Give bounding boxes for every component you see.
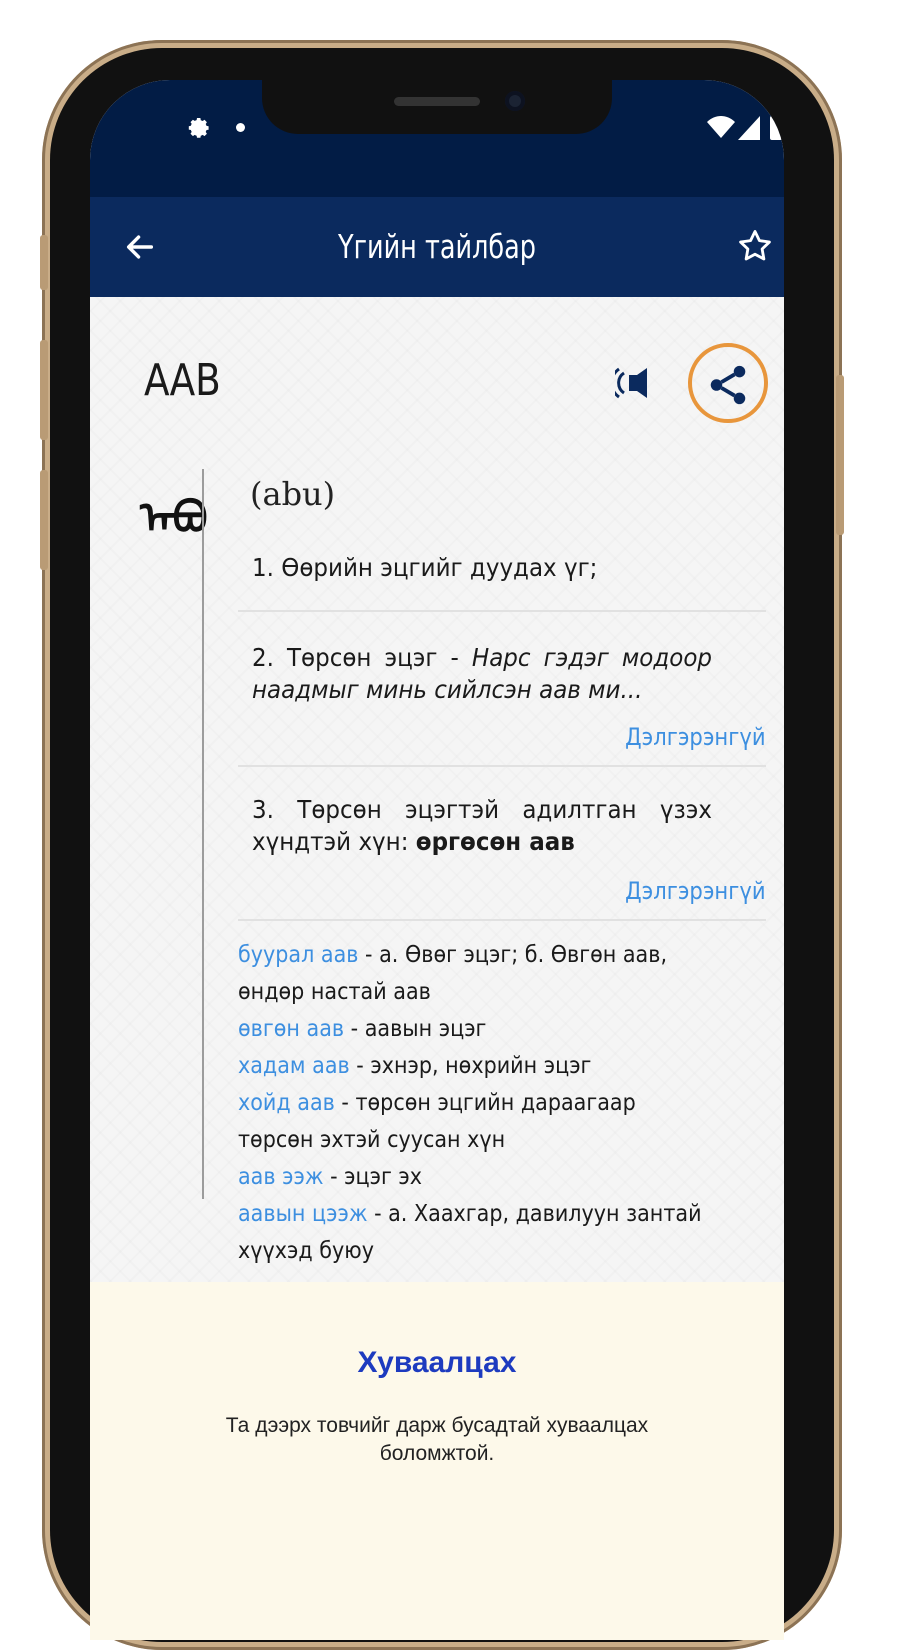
divider-vertical	[202, 469, 204, 1199]
phrase-item: буурал аав - а. Өвөг эцэг; б. Өвгөн аав,…	[238, 937, 715, 1011]
phrase-item: хойд аав - төрсөн эцгийн дараагаар төрсө…	[238, 1085, 715, 1159]
phone-side-button-left-2	[40, 340, 48, 440]
phone-side-button-left-3	[40, 470, 48, 570]
phrase-item: аавын цээж - а. Хаахгар, давилуун зантай…	[238, 1196, 715, 1270]
phone-screen: Үгийн тайлбар ААВ ᠠᠪᠤ (abu) 1. Өөрийн эц…	[90, 80, 784, 1640]
definition-1: 1. Өөрийн эцгийг дуудах үг;	[252, 552, 712, 584]
definition-1-text: 1. Өөрийн эцгийг дуудах үг;	[252, 553, 598, 582]
panel-text: Та дээрх товчийг дарж бусадтай хуваалцах…	[225, 1414, 649, 1465]
separator	[238, 610, 766, 612]
status-bar	[90, 80, 784, 197]
more-link[interactable]: Дэлгэрэнгүй	[626, 723, 766, 751]
definition-2-text: 2. Төрсөн эцэг -	[252, 643, 472, 672]
wifi-icon	[707, 116, 735, 138]
phrase-item: хадам аав - эхнэр, нөхрийн эцэг	[238, 1048, 715, 1085]
earpiece-speaker	[394, 97, 480, 106]
gear-icon	[188, 118, 209, 138]
entry-word: ААВ	[144, 355, 221, 406]
mongolian-script-word: ᠠᠪᠤ	[140, 493, 208, 544]
definition-3-bold: өргөсөн аав	[415, 827, 575, 856]
separator	[238, 765, 766, 767]
phrase-meaning: - аавын эцэг	[344, 1016, 487, 1042]
share-tooltip-panel: Хуваалцах Та дээрх товчийг дарж бусадтай…	[90, 1282, 784, 1640]
phrase-list: буурал аав - а. Өвөг эцэг; б. Өвгөн аав,…	[238, 937, 715, 1270]
definition-2: 2. Төрсөн эцэг - Нарс гэдэг модоор наадм…	[252, 642, 712, 706]
separator	[238, 919, 766, 921]
front-camera	[505, 91, 525, 111]
phrase-term[interactable]: хадам аав	[238, 1053, 350, 1079]
more-link[interactable]: Дэлгэрэнгүй	[626, 877, 766, 905]
signal-icon	[738, 116, 760, 140]
dot-icon	[236, 123, 245, 132]
phone-side-button-left-1	[40, 235, 48, 290]
share-icon[interactable]	[705, 362, 751, 408]
panel-title: Хуваалцах	[357, 1346, 517, 1379]
speaker-icon[interactable]	[615, 367, 655, 399]
phone-notch	[262, 80, 612, 134]
app-bar: Үгийн тайлбар	[90, 197, 784, 297]
phrase-term[interactable]: хойд аав	[238, 1090, 335, 1116]
page-title: Үгийн тайлбар	[337, 227, 537, 266]
transliteration: (abu)	[250, 475, 336, 513]
phrase-item: өвгөн аав - аавын эцэг	[238, 1011, 715, 1048]
phrase-item: аав ээж - эцэг эх	[238, 1159, 715, 1196]
phone-side-button-right	[836, 375, 844, 535]
phrase-meaning: - эцэг эх	[323, 1164, 423, 1190]
phrase-term[interactable]: өвгөн аав	[238, 1016, 344, 1042]
entry-content: ААВ ᠠᠪᠤ (abu) 1. Өөрийн эцгийг дуудах үг…	[90, 297, 784, 1282]
star-outline-icon[interactable]	[736, 227, 774, 265]
definition-3: 3. Төрсөн эцэгтэй адилтган үзэх хүндтэй …	[252, 794, 712, 858]
phrase-term[interactable]: аав ээж	[238, 1164, 324, 1190]
battery-icon	[770, 116, 782, 140]
phrase-meaning: - эхнэр, нөхрийн эцэг	[349, 1053, 592, 1079]
phrase-term[interactable]: буурал аав	[238, 942, 358, 968]
phrase-term[interactable]: аавын цээж	[238, 1201, 367, 1227]
